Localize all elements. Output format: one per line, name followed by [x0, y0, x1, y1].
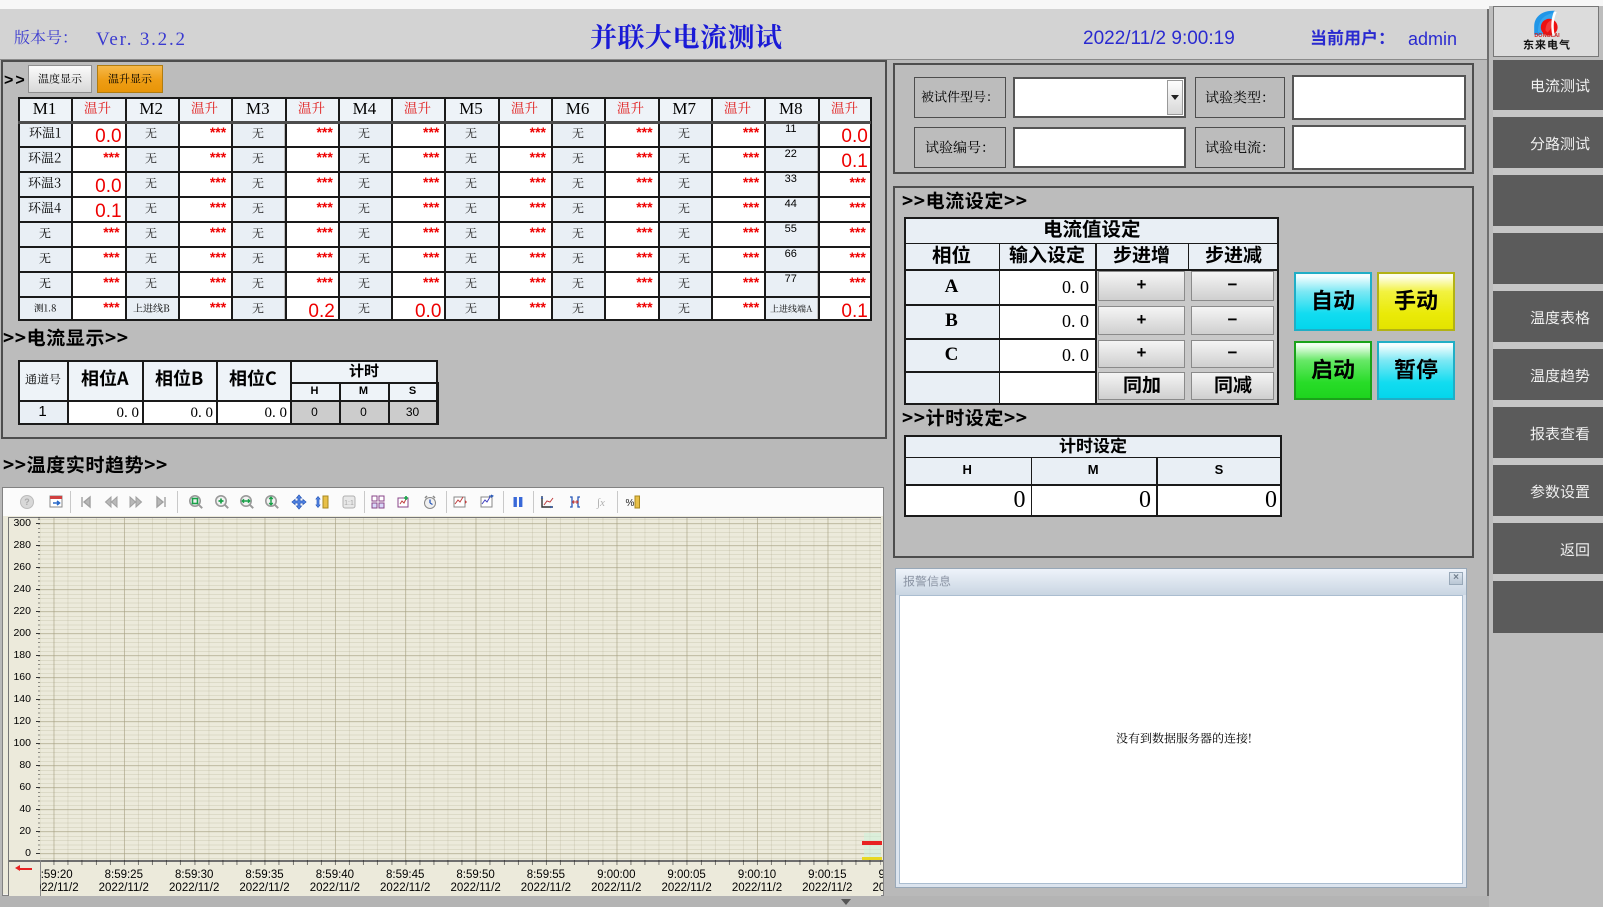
- svg-text:%: %: [626, 498, 635, 509]
- svg-text:∫x: ∫x: [596, 497, 605, 509]
- svg-text:?: ?: [24, 497, 30, 507]
- svg-text:1:1: 1:1: [344, 500, 354, 507]
